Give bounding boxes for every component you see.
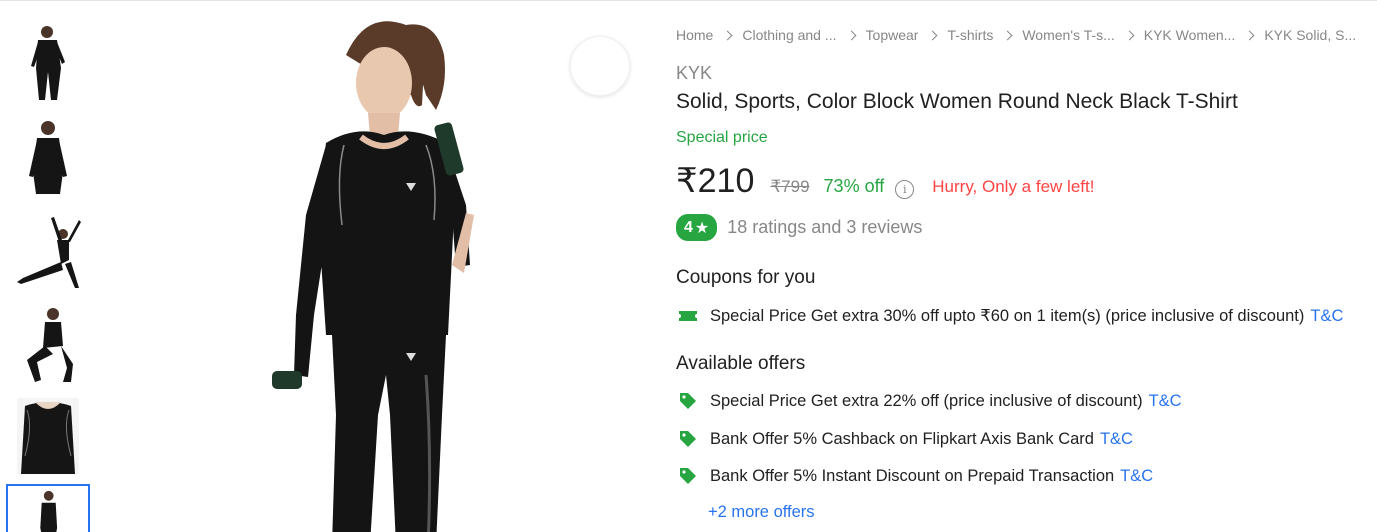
coupon-item: Special Price Get extra 30% off upto ₹60…: [676, 306, 1343, 326]
breadcrumb-home[interactable]: Home: [676, 27, 713, 43]
breadcrumb-current: KYK Solid, S...: [1264, 27, 1357, 43]
thumbnail-3[interactable]: [6, 209, 90, 295]
breadcrumb-tshirts[interactable]: T-shirts: [947, 27, 993, 43]
chevron-right-icon: [1002, 30, 1013, 40]
original-price: ₹799: [770, 177, 810, 196]
special-price-label: Special price: [676, 129, 768, 146]
product-photo: [272, 21, 474, 532]
rating-badge[interactable]: 4 ★: [676, 214, 718, 241]
breadcrumb-topwear[interactable]: Topwear: [866, 27, 919, 43]
thumbnail-5[interactable]: [6, 393, 90, 479]
product-thumbnail-image: [29, 121, 67, 194]
thumbnail-strip: [0, 1, 96, 532]
product-thumbnail-image: [17, 217, 81, 288]
breadcrumb-womens-tshirts[interactable]: Women's T-s...: [1022, 27, 1114, 43]
offer-text: Special Price Get extra 22% off (price i…: [710, 391, 1143, 410]
product-title: Solid, Sports, Color Block Women Round N…: [676, 90, 1238, 113]
breadcrumb-clothing[interactable]: Clothing and ...: [742, 27, 836, 43]
chevron-right-icon: [1244, 30, 1255, 40]
chevron-right-icon: [1124, 30, 1135, 40]
offers-heading: Available offers: [676, 353, 806, 374]
offer-item: Bank Offer 5% Instant Discount on Prepai…: [676, 466, 1153, 486]
brand-name: KYK: [676, 63, 713, 83]
rating-value: 4: [684, 218, 693, 236]
chevron-right-icon: [722, 30, 733, 40]
product-thumbnail-image: [31, 26, 65, 100]
offer-item: Bank Offer 5% Cashback on Flipkart Axis …: [676, 429, 1133, 449]
offer-text: Bank Offer 5% Instant Discount on Prepai…: [710, 466, 1115, 485]
product-thumbnail-image: [40, 490, 58, 532]
discount-percent: 73% off: [823, 176, 885, 196]
more-offers-link[interactable]: +2 more offers: [708, 503, 815, 522]
thumbnail-2[interactable]: [6, 113, 90, 199]
thumbnail-4[interactable]: [6, 301, 90, 387]
thumbnail-1[interactable]: [6, 19, 90, 105]
breadcrumb-kyk-women[interactable]: KYK Women...: [1144, 27, 1236, 43]
rating-row: 4 ★ 18 ratings and 3 reviews: [676, 214, 922, 241]
product-thumbnail-image: [27, 308, 73, 382]
tag-icon: [676, 391, 700, 411]
price-row: ₹210 ₹799 73% off i Hurry, Only a few le…: [676, 161, 1094, 203]
product-thumbnail-image: [17, 398, 79, 474]
thumbnail-6[interactable]: [6, 484, 90, 532]
ticket-icon: [676, 306, 700, 326]
coupon-tnc-link[interactable]: T&C: [1310, 307, 1343, 326]
coupon-text: Special Price Get extra 30% off upto ₹60…: [710, 307, 1305, 325]
offer-tnc-link[interactable]: T&C: [1149, 392, 1182, 411]
selling-price: ₹210: [676, 162, 755, 200]
wishlist-button[interactable]: [570, 36, 630, 96]
stock-alert: Hurry, Only a few left!: [932, 177, 1095, 196]
chevron-right-icon: [846, 30, 856, 40]
chevron-right-icon: [928, 30, 938, 40]
offer-tnc-link[interactable]: T&C: [1120, 467, 1153, 486]
coupons-heading: Coupons for you: [676, 267, 816, 288]
tag-icon: [676, 429, 700, 449]
main-product-image[interactable]: [96, 1, 641, 532]
info-icon[interactable]: i: [895, 180, 915, 199]
offer-text: Bank Offer 5% Cashback on Flipkart Axis …: [710, 429, 1094, 448]
offer-item: Special Price Get extra 22% off (price i…: [676, 391, 1182, 411]
tag-icon: [676, 466, 700, 486]
breadcrumb: Home Clothing and ... Topwear T-shirts W…: [676, 25, 1376, 45]
ratings-reviews-link[interactable]: 18 ratings and 3 reviews: [727, 217, 922, 238]
product-page: Home Clothing and ... Topwear T-shirts W…: [0, 0, 1377, 532]
offer-tnc-link[interactable]: T&C: [1100, 430, 1133, 449]
star-icon: ★: [694, 219, 710, 237]
